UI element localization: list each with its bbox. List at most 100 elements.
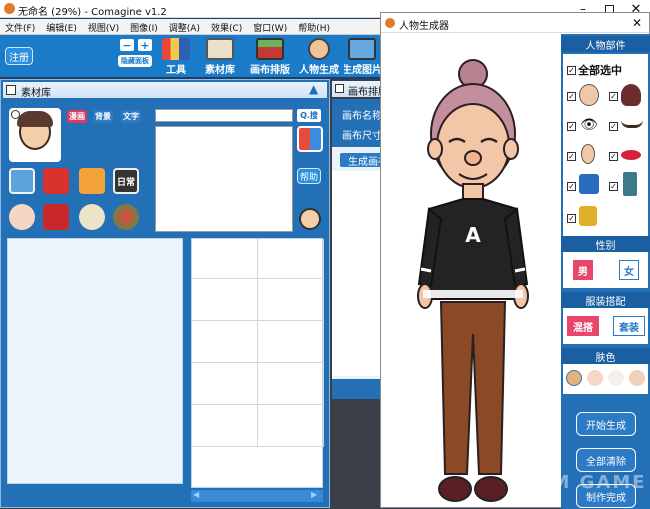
canvas-layout-panel: 画布排版 画布名称 画布尺寸 生成画布 — [330, 79, 382, 508]
tools-button[interactable]: 工具 — [160, 38, 192, 76]
generate-image-button[interactable]: 生成图片 — [344, 38, 380, 76]
menu-bar: 文件(F) 编辑(E) 视图(V) 图像(I) 调整(A) 效果(C) 窗口(W… — [0, 19, 380, 35]
set-button[interactable]: 套装 — [613, 316, 645, 336]
search-input[interactable] — [155, 109, 293, 122]
toggle-panel-button[interactable]: 隐藏面板 — [118, 55, 152, 67]
chip-background[interactable]: 背景 — [93, 110, 113, 123]
skin-swatch-4[interactable] — [629, 370, 645, 386]
shoes-part-checkbox[interactable]: ✓ — [567, 214, 576, 223]
character-gen-button[interactable]: 人物生成 — [296, 38, 342, 76]
generator-options-panel: 人物部件 ✓ 全部选中 ✓ ✓ ✓ 👁 ✓ ✓ ✓ ✓ ✓ ✓ 性别 男 女 服… — [561, 34, 650, 509]
dumpling-category-icon[interactable] — [79, 204, 105, 230]
zoom-in-icon[interactable]: + — [138, 39, 152, 52]
top-part-checkbox[interactable]: ✓ — [567, 182, 576, 191]
library-button[interactable]: 素材库 — [200, 38, 240, 76]
menu-effect[interactable]: 效果(C) — [206, 19, 248, 34]
mouth-part-checkbox[interactable]: ✓ — [609, 152, 618, 161]
skin-header: 肤色 — [561, 348, 650, 364]
menu-help[interactable]: 帮助(H) — [293, 19, 336, 34]
scroll-right-icon[interactable]: ▶ — [311, 490, 317, 499]
generate-canvas-button[interactable]: 生成画布 — [340, 153, 382, 168]
panel-grid-icon — [6, 85, 16, 95]
clear-all-button[interactable]: 全部清除 — [576, 448, 636, 472]
skin-swatch-2[interactable] — [587, 370, 603, 386]
skin-box — [563, 364, 648, 394]
clothing-category-icon[interactable] — [43, 168, 69, 194]
menu-image[interactable]: 图像(I) — [125, 19, 164, 34]
color-palette-icon[interactable] — [297, 126, 323, 152]
parts-box: ✓ 全部选中 ✓ ✓ ✓ 👁 ✓ ✓ ✓ ✓ ✓ ✓ — [563, 54, 648, 240]
shirt-part-icon — [579, 174, 599, 194]
grid-cell[interactable] — [258, 363, 324, 405]
grid-cell[interactable] — [192, 363, 258, 405]
skin-swatch-3[interactable] — [608, 370, 624, 386]
menu-view[interactable]: 视图(V) — [83, 19, 125, 34]
cake-category-icon[interactable] — [9, 204, 35, 230]
layout-icon — [256, 38, 284, 60]
canvas-settings: 画布名称 画布尺寸 生成画布 — [332, 99, 382, 399]
daily-category-icon[interactable]: 日常 — [113, 168, 139, 194]
generator-close-icon[interactable]: ✕ — [627, 15, 647, 31]
face-icon[interactable] — [299, 208, 321, 230]
panel-grid-icon — [335, 84, 344, 93]
zoom-out-icon[interactable]: − — [120, 39, 134, 52]
thumbnail-grid[interactable] — [191, 238, 324, 488]
select-all-checkbox[interactable]: ✓ — [567, 65, 576, 75]
mix-button[interactable]: 混搭 — [567, 316, 599, 336]
canvas-size-label: 画布尺寸 — [342, 131, 382, 142]
outfit-header: 服装搭配 — [561, 292, 650, 308]
select-all[interactable]: ✓ 全部选中 — [567, 62, 622, 78]
flower-category-icon[interactable] — [113, 204, 139, 230]
avatar-user-icon — [11, 110, 20, 119]
collapse-up-icon[interactable]: ▲ — [309, 82, 318, 96]
grid-cell[interactable] — [192, 279, 258, 321]
jersey-letter: A — [465, 223, 481, 247]
chip-manga[interactable]: 漫画 — [67, 110, 87, 123]
scroll-left-icon[interactable]: ◀ — [193, 490, 199, 499]
pants-part-checkbox[interactable]: ✓ — [609, 182, 618, 191]
toolbar: 注册 − + 隐藏面板 工具 素材库 画布排版 人物生成 生成图片 — [0, 35, 380, 77]
eyebrow-part-checkbox[interactable]: ✓ — [609, 122, 618, 131]
male-button[interactable]: 男 — [573, 260, 593, 280]
face-part-checkbox[interactable]: ✓ — [567, 92, 576, 101]
register-button[interactable]: 注册 — [5, 47, 33, 65]
house-category-icon[interactable] — [79, 168, 105, 194]
canvas-preview — [332, 171, 382, 376]
library-panel: 素材库 ▲ 漫画 背景 文字 Q.搜 帮助 日常 ◀ ▶ — [0, 79, 330, 508]
grid-cell[interactable] — [192, 321, 258, 363]
nose-part-icon — [581, 144, 595, 164]
chip-text[interactable]: 文字 — [121, 110, 141, 123]
hair-part-checkbox[interactable]: ✓ — [609, 92, 618, 101]
library-header: 素材库 ▲ — [3, 82, 327, 99]
avatar-preview[interactable] — [9, 108, 61, 162]
help-button[interactable]: 帮助 — [297, 168, 321, 184]
canvas-layout-title: 画布排版 — [348, 87, 382, 97]
grid-cell[interactable] — [192, 405, 258, 447]
watermark-logo: 3DM GAME — [520, 472, 647, 493]
search-button[interactable]: Q.搜 — [297, 109, 321, 122]
skin-swatch-1[interactable] — [566, 370, 582, 386]
layout-button[interactable]: 画布排版 — [246, 38, 294, 76]
generator-app-icon — [385, 18, 395, 28]
grid-cell[interactable] — [192, 239, 258, 279]
female-button[interactable]: 女 — [619, 260, 639, 280]
menu-window[interactable]: 窗口(W) — [248, 19, 293, 34]
material-list[interactable] — [7, 238, 183, 484]
eye-part-checkbox[interactable]: ✓ — [567, 122, 576, 131]
menu-adjust[interactable]: 调整(A) — [164, 19, 206, 34]
grid-cell[interactable] — [258, 279, 324, 321]
grid-cell[interactable] — [258, 321, 324, 363]
gender-box: 男 女 — [563, 252, 648, 288]
nose-part-checkbox[interactable]: ✓ — [567, 152, 576, 161]
start-generate-button[interactable]: 开始生成 — [576, 412, 636, 436]
canvas-area: 生成画布 — [332, 147, 382, 379]
person-category-icon[interactable] — [9, 168, 35, 194]
box-category-icon[interactable] — [43, 204, 69, 230]
grid-cell[interactable] — [258, 405, 324, 447]
app-icon — [4, 3, 15, 14]
menu-file[interactable]: 文件(F) — [0, 19, 41, 34]
grid-cell[interactable] — [258, 239, 324, 279]
mouth-part-icon — [621, 150, 641, 160]
menu-edit[interactable]: 编辑(E) — [41, 19, 83, 34]
horizontal-scrollbar[interactable]: ◀ ▶ — [191, 490, 323, 502]
